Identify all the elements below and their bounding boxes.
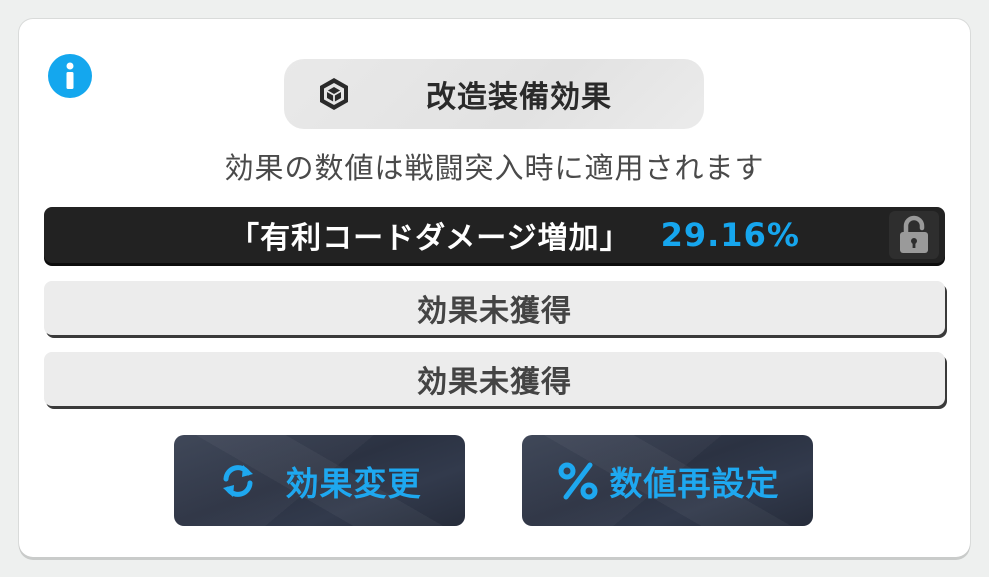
effect-empty-label: 効果未獲得 (417, 294, 572, 329)
effect-name: 「有利コードダメージ増加」 (229, 221, 631, 256)
unlock-button[interactable] (889, 211, 939, 259)
effect-empty-label: 効果未獲得 (417, 365, 572, 400)
change-effect-button[interactable]: 効果変更 (174, 435, 465, 526)
effect-slot-3: 効果未獲得 (44, 352, 945, 406)
dialog-subtitle: 効果の数値は戦闘突入時に適用されます (224, 151, 765, 185)
unlock-icon (900, 215, 928, 253)
effect-slot-2: 効果未獲得 (44, 281, 945, 335)
refresh-icon (218, 461, 258, 501)
dialog-title-bar: 改造装備効果 (284, 59, 704, 129)
percent-icon (556, 461, 600, 501)
dialog-title: 改造装備効果 (426, 80, 612, 115)
effect-value: 29.16% (660, 216, 800, 254)
info-icon[interactable] (48, 54, 92, 98)
reroll-value-button[interactable]: 数値再設定 (522, 435, 813, 526)
effect-slot-1: 「有利コードダメージ増加」 29.16% (44, 207, 945, 263)
change-effect-label: 効果変更 (285, 463, 422, 503)
reroll-value-label: 数値再設定 (609, 463, 780, 503)
modification-effects-dialog: 改造装備効果 効果の数値は戦闘突入時に適用されます 「有利コードダメージ増加」 … (19, 19, 970, 557)
